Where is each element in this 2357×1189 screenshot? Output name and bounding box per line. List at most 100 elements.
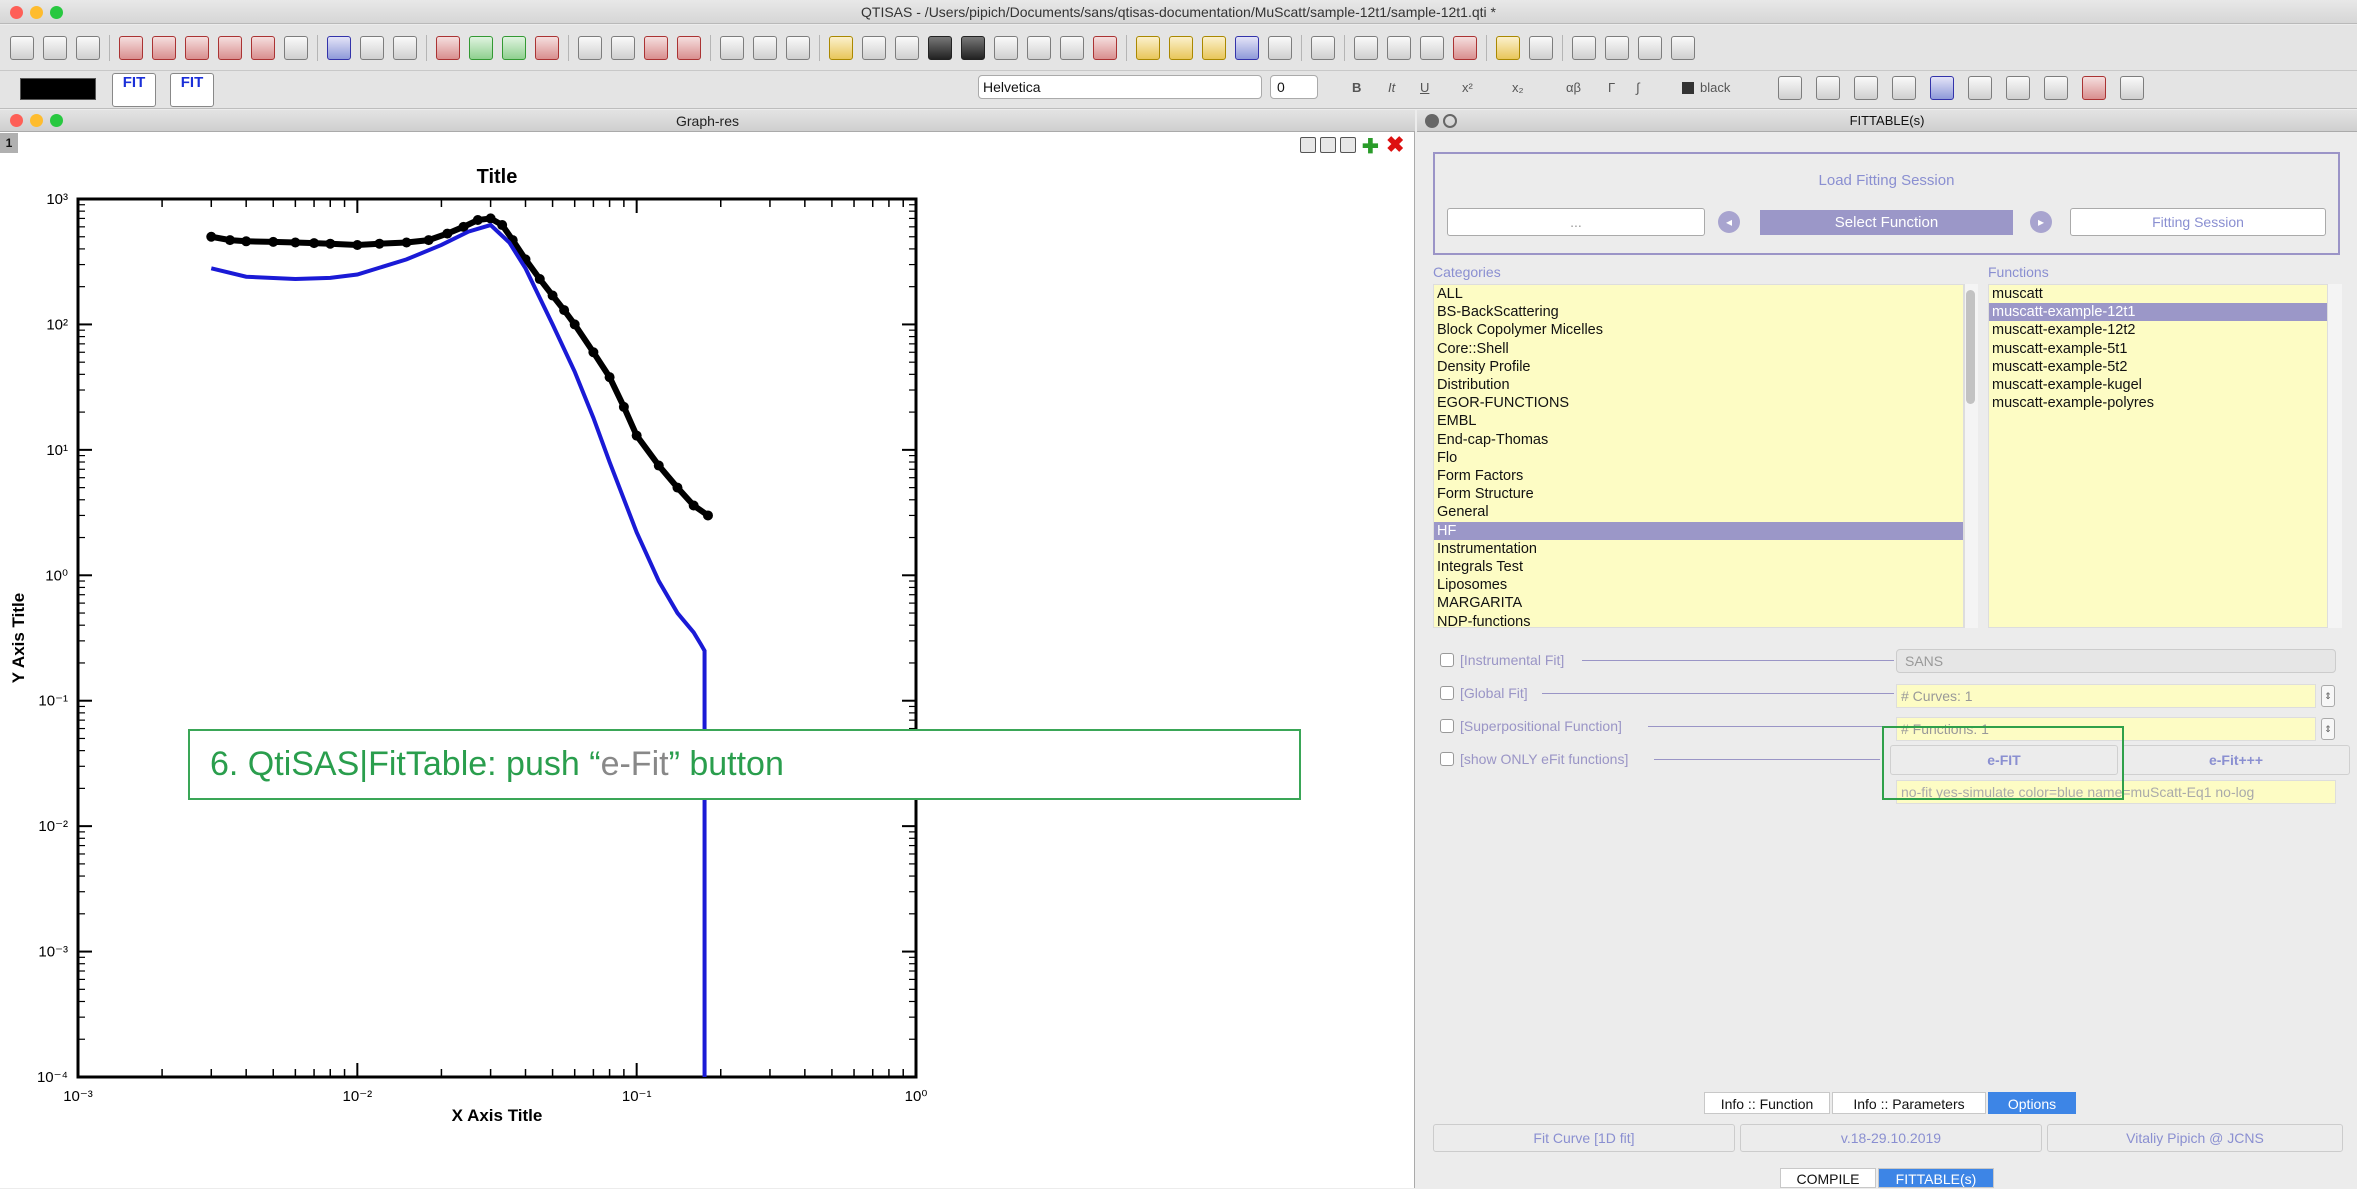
dots-style-icon[interactable] <box>1816 76 1840 100</box>
functions-scrollbar[interactable] <box>2328 284 2342 628</box>
matrix-icon[interactable] <box>185 36 209 60</box>
pointer-icon[interactable] <box>10 36 34 60</box>
table-icon[interactable] <box>119 36 143 60</box>
new-note-icon[interactable] <box>1027 36 1051 60</box>
image-icon[interactable] <box>1930 76 1954 100</box>
curves-field[interactable]: # Curves: 1 <box>1896 684 2316 708</box>
category-item[interactable]: MARGARITA <box>1434 594 1963 612</box>
stats-icon[interactable] <box>2044 76 2068 100</box>
curves-spin[interactable]: ⇕ <box>2321 685 2335 707</box>
underline-button[interactable]: U <box>1420 80 1429 95</box>
list-icon[interactable] <box>1354 36 1378 60</box>
font-size-spinbox[interactable]: 0 <box>1270 75 1318 99</box>
print-icon[interactable] <box>1387 36 1411 60</box>
cross-icon[interactable] <box>393 36 417 60</box>
save-icon[interactable] <box>1235 36 1259 60</box>
link-icon[interactable] <box>829 36 853 60</box>
tab-fittable[interactable]: FITTABLE(s) <box>1878 1168 1994 1188</box>
area-icon[interactable] <box>2082 76 2106 100</box>
color-swatch[interactable] <box>20 78 96 100</box>
efit-only-option[interactable]: [show ONLY eFit functions] <box>1440 749 1628 769</box>
category-item[interactable]: ALL <box>1434 285 1963 303</box>
session-right-icon[interactable]: ▸ <box>2030 211 2052 233</box>
minimize-light[interactable] <box>30 6 43 19</box>
category-item[interactable]: Density Profile <box>1434 358 1963 376</box>
tab-info-function[interactable]: Info :: Function <box>1704 1092 1830 1114</box>
bars-style-icon[interactable] <box>1892 76 1916 100</box>
peak-icon[interactable] <box>578 36 602 60</box>
category-item[interactable]: Distribution <box>1434 376 1963 394</box>
plane2-icon[interactable] <box>753 36 777 60</box>
efit-plus-button[interactable]: e-Fit+++ <box>2122 745 2350 775</box>
function-item[interactable]: muscatt <box>1989 285 2327 303</box>
session-left-icon[interactable]: ◂ <box>1718 211 1740 233</box>
layer-button[interactable]: 1 <box>0 133 18 153</box>
peak4-icon[interactable] <box>677 36 701 60</box>
efit-only-checkbox[interactable] <box>1440 752 1454 766</box>
fittable-float-icon[interactable] <box>1443 114 1457 128</box>
session-input[interactable]: ... <box>1447 208 1705 236</box>
select-function-button[interactable]: Select Function <box>1760 210 2013 235</box>
categories-list[interactable]: ALL BS-BackScattering Block Copolymer Mice… <box>1433 284 1964 628</box>
scatter3-icon[interactable] <box>535 36 559 60</box>
graph-min-light[interactable] <box>30 114 43 127</box>
graph-zoom-light[interactable] <box>50 114 63 127</box>
instrumental-fit-option[interactable]: [Instrumental Fit] <box>1440 650 1564 670</box>
category-item[interactable]: Form Factors <box>1434 467 1963 485</box>
graph3d-icon[interactable] <box>251 36 275 60</box>
category-item[interactable]: General <box>1434 503 1963 521</box>
layer-add-icon[interactable] <box>1300 137 1316 153</box>
table2-icon[interactable] <box>152 36 176 60</box>
functions-spin[interactable]: ⇕ <box>2321 718 2335 740</box>
select-icon[interactable] <box>327 36 351 60</box>
fit-sim-button[interactable]: FIT <box>170 73 214 107</box>
category-item[interactable]: Core::Shell <box>1434 340 1963 358</box>
pie-icon[interactable] <box>1968 76 1992 100</box>
linedots-style-icon[interactable] <box>1854 76 1878 100</box>
fitting-session-button[interactable]: Fitting Session <box>2070 208 2326 236</box>
superscript-button[interactable]: x² <box>1462 80 1473 95</box>
tab-compile[interactable]: COMPILE <box>1780 1168 1876 1188</box>
layer-icon[interactable] <box>43 36 67 60</box>
function-item[interactable]: muscatt-example-kugel <box>1989 376 2327 394</box>
integral-button[interactable]: ∫ <box>1636 80 1640 95</box>
results-icon[interactable] <box>1529 36 1553 60</box>
plane3-icon[interactable] <box>786 36 810 60</box>
pdf-icon[interactable] <box>1093 36 1117 60</box>
instrument-select[interactable]: SANS <box>1896 649 2336 673</box>
open3-icon[interactable] <box>1202 36 1226 60</box>
open2-icon[interactable] <box>1169 36 1193 60</box>
zoom-light[interactable] <box>50 6 63 19</box>
category-item[interactable]: Block Copolymer Micelles <box>1434 321 1963 339</box>
superpositional-checkbox[interactable] <box>1440 719 1454 733</box>
functions-list[interactable]: muscatt muscatt-example-12t1 muscatt-examp… <box>1988 284 2328 628</box>
new-table-icon[interactable] <box>895 36 919 60</box>
superpositional-option[interactable]: [Superpositional Function] <box>1440 716 1622 736</box>
line-style-icon[interactable] <box>1778 76 1802 100</box>
scatter2-icon[interactable] <box>502 36 526 60</box>
vectors-icon[interactable] <box>2006 76 2030 100</box>
global-fit-option[interactable]: [Global Fit] <box>1440 683 1528 703</box>
categories-scroll-thumb[interactable] <box>1966 290 1975 404</box>
layer-arrange-icon[interactable] <box>1320 137 1336 153</box>
greek-button[interactable]: αβ <box>1566 80 1581 95</box>
ascii-icon[interactable] <box>1311 36 1335 60</box>
subscript-button[interactable]: x₂ <box>1512 80 1524 95</box>
plane-icon[interactable] <box>720 36 744 60</box>
layer2-icon[interactable] <box>76 36 100 60</box>
category-item[interactable]: BS-BackScattering <box>1434 303 1963 321</box>
cut-icon[interactable] <box>1638 36 1662 60</box>
category-item[interactable]: Integrals Test <box>1434 558 1963 576</box>
explorer-icon[interactable] <box>1496 36 1520 60</box>
instrumental-fit-checkbox[interactable] <box>1440 653 1454 667</box>
open-icon[interactable] <box>1136 36 1160 60</box>
layer-fit-icon[interactable] <box>1340 137 1356 153</box>
function-item[interactable]: muscatt-example-5t2 <box>1989 358 2327 376</box>
export-pdf-icon[interactable] <box>1453 36 1477 60</box>
note-icon[interactable] <box>284 36 308 60</box>
category-item[interactable]: NDP-functions <box>1434 613 1963 627</box>
3d-plot-icon[interactable] <box>2120 76 2144 100</box>
new-function-icon[interactable] <box>994 36 1018 60</box>
bold-button[interactable]: B <box>1352 80 1361 95</box>
fittable-close-icon[interactable] <box>1425 114 1439 128</box>
